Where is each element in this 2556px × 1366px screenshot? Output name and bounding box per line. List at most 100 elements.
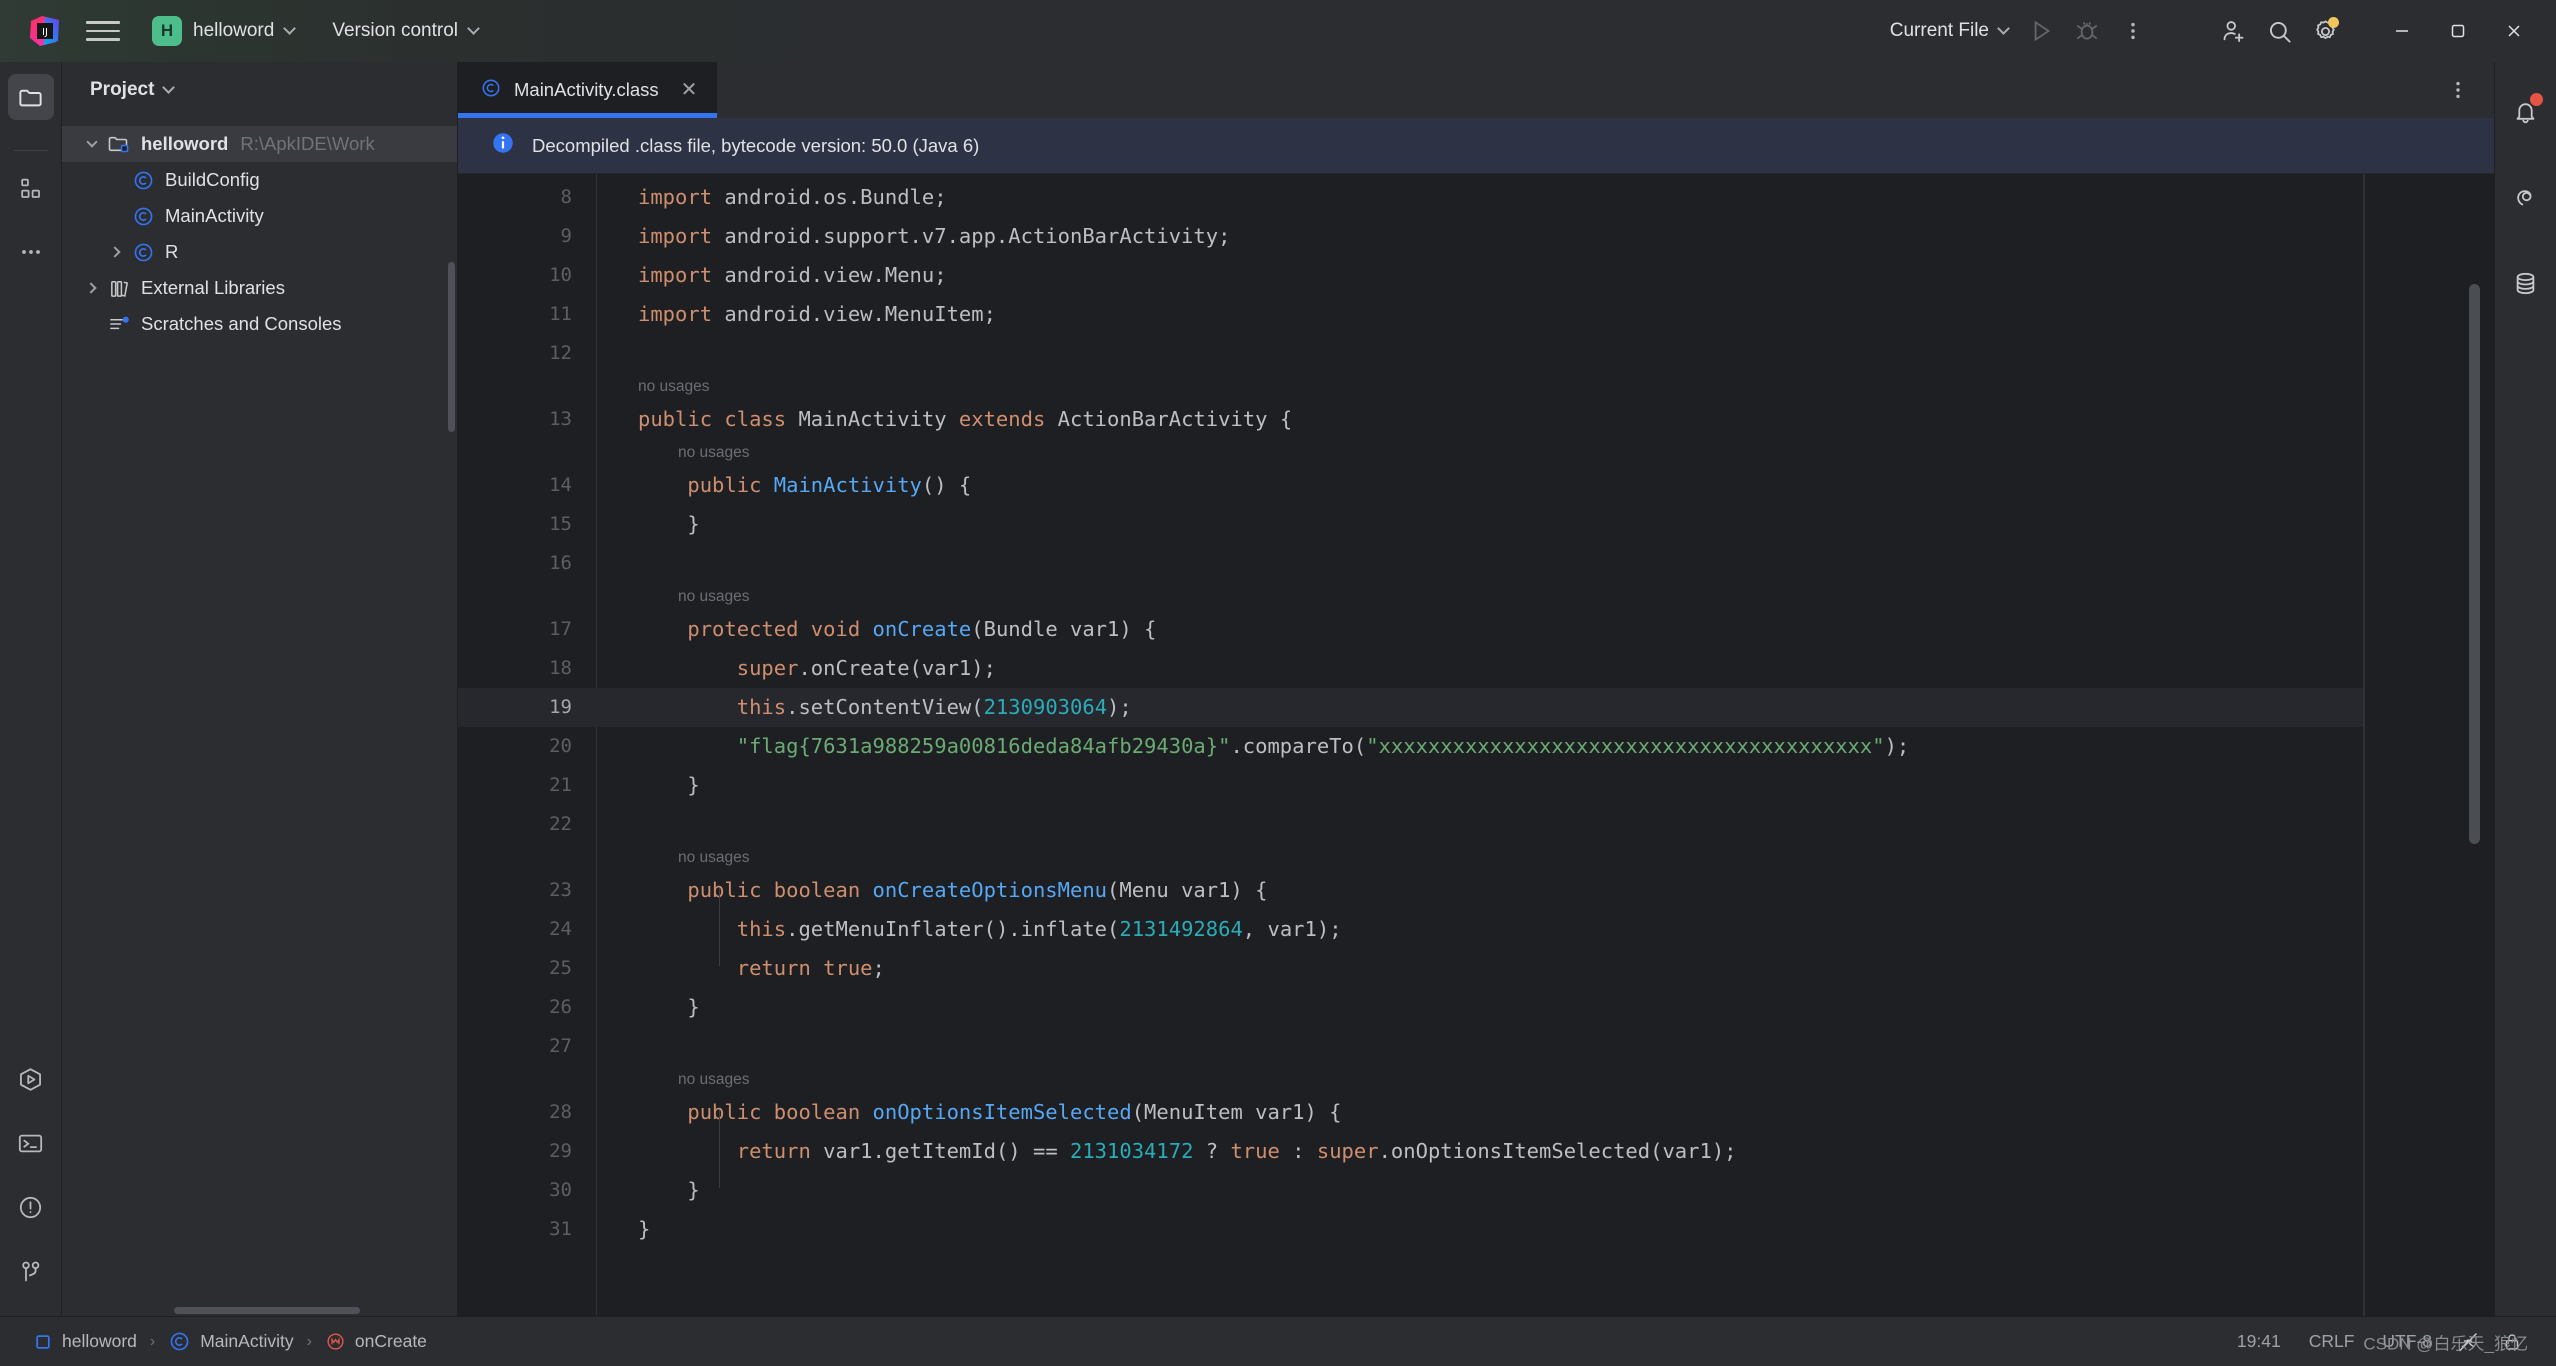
tab-mainactivity-class[interactable]: MainActivity.class ✕ bbox=[458, 62, 718, 118]
code-line[interactable]: import android.view.MenuItem; bbox=[638, 295, 996, 334]
code-line[interactable]: protected void onCreate(Bundle var1) { bbox=[638, 610, 1156, 649]
maximize-restore-button[interactable] bbox=[2430, 8, 2486, 54]
code-token: MainActivity bbox=[773, 473, 922, 497]
tree-item-helloword[interactable]: helloword R:\ApkIDE\Work bbox=[62, 126, 457, 162]
project-selector[interactable]: H helloword bbox=[142, 10, 304, 52]
code-line[interactable]: this.getMenuInflater().inflate(213149286… bbox=[638, 910, 1342, 949]
code-token: } bbox=[638, 773, 700, 797]
chevron-right-icon[interactable] bbox=[80, 282, 104, 294]
code-line[interactable]: import android.support.v7.app.ActionBarA… bbox=[638, 217, 1230, 256]
usage-hint: no usages bbox=[678, 849, 750, 866]
project-horizontal-scrollbar[interactable] bbox=[174, 1307, 360, 1314]
sidebar-item-ai-assistant[interactable] bbox=[2503, 174, 2549, 220]
line-number[interactable]: 12 bbox=[549, 334, 572, 373]
sidebar-item-version-control[interactable] bbox=[8, 1248, 54, 1294]
sidebar-item-more[interactable] bbox=[8, 229, 54, 275]
line-separator[interactable]: CRLF bbox=[2295, 1326, 2369, 1357]
code-line[interactable]: } bbox=[638, 1171, 699, 1210]
code-line[interactable]: public MainActivity() { bbox=[638, 466, 971, 505]
debug-button[interactable] bbox=[2064, 8, 2110, 54]
line-number[interactable]: 31 bbox=[549, 1210, 572, 1249]
code-line[interactable]: "flag{7631a988259a00816deda84afb29430a}"… bbox=[638, 727, 1910, 766]
editor-vertical-scrollbar[interactable] bbox=[2469, 284, 2480, 844]
line-number[interactable]: 13 bbox=[549, 400, 572, 439]
minimize-button[interactable] bbox=[2374, 8, 2430, 54]
chevron-down-icon[interactable] bbox=[80, 136, 104, 148]
search-icon[interactable] bbox=[2256, 8, 2302, 54]
line-number[interactable]: 11 bbox=[549, 295, 572, 334]
sidebar-item-run[interactable] bbox=[8, 1056, 54, 1102]
gear-icon[interactable] bbox=[2302, 8, 2348, 54]
line-number[interactable]: 19 bbox=[549, 688, 572, 727]
window-controls bbox=[2374, 8, 2542, 54]
tree-item-scratches-and-consoles[interactable]: Scratches and Consoles bbox=[62, 306, 457, 342]
code-line[interactable]: public boolean onCreateOptionsMenu(Menu … bbox=[638, 871, 1267, 910]
line-number[interactable]: 15 bbox=[549, 505, 572, 544]
inspections-off-icon[interactable] bbox=[2446, 1323, 2490, 1361]
line-number[interactable]: 28 bbox=[549, 1093, 572, 1132]
code-line[interactable]: } bbox=[638, 505, 699, 544]
line-number-gutter[interactable]: 8 9 10 11 12 13 14 15 16 17 18 19 20 21 22 23 24 25 26 27 28… bbox=[458, 174, 596, 1316]
tree-item-external-libraries[interactable]: External Libraries bbox=[62, 270, 457, 306]
code-line[interactable]: } bbox=[638, 1210, 650, 1249]
chevron-right-icon[interactable] bbox=[104, 246, 128, 258]
run-button[interactable] bbox=[2018, 8, 2064, 54]
breadcrumb-item-oncreate[interactable]: onCreate bbox=[316, 1327, 436, 1356]
line-number[interactable]: 21 bbox=[549, 766, 572, 805]
code-line[interactable]: public class MainActivity extends Action… bbox=[638, 400, 1292, 439]
tree-item-buildconfig[interactable]: BuildConfig bbox=[62, 162, 457, 198]
line-number[interactable]: 20 bbox=[549, 727, 572, 766]
close-button[interactable] bbox=[2486, 8, 2542, 54]
code-text[interactable]: import android.os.Bundle; import android.… bbox=[596, 174, 2364, 1316]
breadcrumb-item-mainactivity[interactable]: MainActivity bbox=[159, 1326, 302, 1357]
code-line[interactable]: return var1.getItemId() == 2131034172 ? … bbox=[638, 1132, 1737, 1171]
sidebar-item-project[interactable] bbox=[7, 74, 54, 120]
line-number[interactable]: 16 bbox=[549, 544, 572, 583]
caret-position[interactable]: 19:41 bbox=[2223, 1326, 2295, 1357]
project-panel-header[interactable]: Project bbox=[62, 62, 457, 118]
add-user-icon[interactable] bbox=[2210, 8, 2256, 54]
line-number[interactable]: 25 bbox=[549, 949, 572, 988]
code-line[interactable]: } bbox=[638, 988, 699, 1027]
sidebar-item-terminal[interactable] bbox=[8, 1120, 54, 1166]
code-line[interactable]: import android.os.Bundle; bbox=[638, 178, 947, 217]
line-number[interactable]: 17 bbox=[549, 610, 572, 649]
line-number[interactable]: 30 bbox=[549, 1171, 572, 1210]
lock-icon[interactable] bbox=[2490, 1323, 2534, 1361]
code-line[interactable]: import android.view.Menu; bbox=[638, 256, 947, 295]
code-line[interactable]: return true; bbox=[638, 949, 885, 988]
tree-item-mainactivity[interactable]: MainActivity bbox=[62, 198, 457, 234]
tab-active-underline bbox=[458, 113, 718, 118]
line-number[interactable]: 26 bbox=[549, 988, 572, 1027]
editor-options-icon[interactable] bbox=[2436, 68, 2480, 112]
line-number[interactable]: 23 bbox=[549, 871, 572, 910]
more-actions-button[interactable] bbox=[2110, 8, 2156, 54]
line-number[interactable]: 27 bbox=[549, 1027, 572, 1066]
sidebar-item-notifications[interactable] bbox=[2503, 88, 2549, 134]
line-number[interactable]: 24 bbox=[549, 910, 572, 949]
sidebar-item-database[interactable] bbox=[2503, 260, 2549, 306]
breadcrumb-item-helloword[interactable]: helloword bbox=[24, 1327, 146, 1356]
tree-item-r[interactable]: R bbox=[62, 234, 457, 270]
code-token: (Bundle var1) { bbox=[971, 617, 1157, 641]
line-number[interactable]: 9 bbox=[561, 217, 572, 256]
main-menu-button[interactable] bbox=[86, 14, 120, 48]
run-configuration-selector[interactable]: Current File bbox=[1880, 14, 2018, 48]
line-number[interactable]: 14 bbox=[549, 466, 572, 505]
code-line[interactable]: } bbox=[638, 766, 700, 805]
sidebar-item-structure[interactable] bbox=[8, 165, 54, 211]
sidebar-item-problems[interactable] bbox=[8, 1184, 54, 1230]
line-number[interactable]: 22 bbox=[549, 805, 572, 844]
tab-close-icon[interactable]: ✕ bbox=[681, 80, 698, 100]
code-line[interactable]: super.onCreate(var1); bbox=[638, 649, 996, 688]
project-vertical-scrollbar[interactable] bbox=[448, 262, 455, 432]
code-line[interactable]: public boolean onOptionsItemSelected(Men… bbox=[638, 1093, 1341, 1132]
version-control-menu[interactable]: Version control bbox=[320, 14, 490, 48]
file-encoding[interactable]: UTF-8 bbox=[2368, 1326, 2446, 1357]
line-number[interactable]: 29 bbox=[549, 1132, 572, 1171]
line-number[interactable]: 18 bbox=[549, 649, 572, 688]
code-line[interactable]: this.setContentView(2130903064); bbox=[638, 688, 1132, 727]
code-viewport[interactable]: 8 9 10 11 12 13 14 15 16 17 18 19 20 21 22 23 24 25 26 27 28… bbox=[458, 174, 2494, 1316]
line-number[interactable]: 8 bbox=[561, 178, 572, 217]
line-number[interactable]: 10 bbox=[549, 256, 572, 295]
